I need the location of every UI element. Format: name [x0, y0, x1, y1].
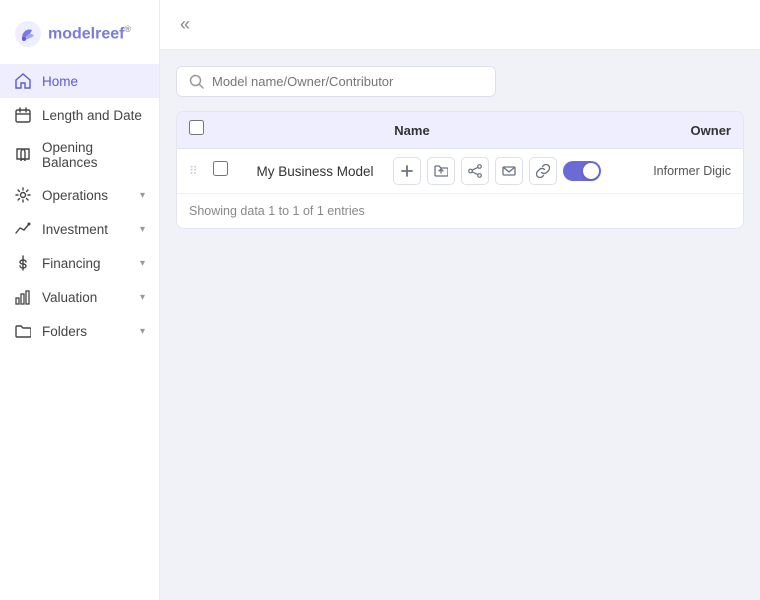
sidebar-item-financing[interactable]: Financing ▾ [0, 246, 159, 280]
chart-icon [14, 220, 32, 238]
logo-icon [14, 20, 42, 48]
sidebar-item-operations[interactable]: Operations ▾ [0, 178, 159, 212]
book-icon [14, 146, 32, 164]
header-checkbox-col [189, 120, 213, 140]
search-icon [189, 74, 204, 89]
nav-container: Home Length and Date Opening Balances Op… [0, 64, 159, 348]
calendar-icon [14, 106, 32, 124]
plus-icon [400, 164, 414, 178]
chevron-icon: ▾ [140, 190, 145, 201]
chart2-icon [14, 288, 32, 306]
sidebar-item-label: Valuation [42, 290, 97, 305]
model-name: My Business Model [247, 164, 383, 179]
chevron-icon: ▾ [140, 258, 145, 269]
sidebar-item-label: Operations [42, 188, 108, 203]
search-input[interactable] [212, 74, 483, 89]
add-btn[interactable] [393, 157, 421, 185]
entries-info: Showing data 1 to 1 of 1 entries [177, 194, 743, 228]
sidebar-item-label: Home [42, 74, 78, 89]
sidebar-item-label: Financing [42, 256, 101, 271]
main-content: « Name Owner ⠿ My Busi [160, 0, 760, 600]
sidebar-item-investment[interactable]: Investment ▾ [0, 212, 159, 246]
top-bar: « [160, 0, 760, 50]
sidebar-item-valuation[interactable]: Valuation ▾ [0, 280, 159, 314]
folder-btn[interactable] [427, 157, 455, 185]
row-actions [393, 157, 601, 185]
models-table: Name Owner ⠿ My Business Model [176, 111, 744, 229]
table-row: ⠿ My Business Model Informer Digic [177, 149, 743, 194]
content-area: Name Owner ⠿ My Business Model [160, 50, 760, 600]
chevron-icon: ▾ [140, 326, 145, 337]
drag-handle[interactable]: ⠿ [189, 164, 203, 178]
folder-icon [14, 322, 32, 340]
sidebar-item-label: Investment [42, 222, 108, 237]
sidebar-item-length-date[interactable]: Length and Date [0, 98, 159, 132]
collapse-button[interactable]: « [176, 12, 194, 37]
model-toggle[interactable] [563, 161, 601, 181]
search-bar [176, 66, 496, 97]
logo-text: modelreef® [48, 24, 131, 43]
owner-column-header: Owner [611, 123, 731, 138]
link-btn[interactable] [529, 157, 557, 185]
toggle-knob [583, 163, 599, 179]
sidebar-item-label: Opening Balances [42, 140, 145, 170]
sidebar-item-opening-balances[interactable]: Opening Balances [0, 132, 159, 178]
dollar-icon [14, 254, 32, 272]
link-icon [536, 164, 550, 178]
row-checkbox-col [213, 161, 237, 181]
sidebar-item-folders[interactable]: Folders ▾ [0, 314, 159, 348]
home-icon [14, 72, 32, 90]
row-checkbox[interactable] [213, 161, 228, 176]
sidebar-item-label: Length and Date [42, 108, 142, 123]
chevron-icon: ▾ [140, 224, 145, 235]
sidebar-item-label: Folders [42, 324, 87, 339]
folder-arrow-icon [434, 164, 448, 178]
name-column-header: Name [223, 123, 601, 138]
table-header: Name Owner [177, 112, 743, 149]
sidebar: modelreef® Home Length and Date Opening … [0, 0, 160, 600]
table-body: ⠿ My Business Model Informer Digic [177, 149, 743, 194]
email-btn[interactable] [495, 157, 523, 185]
email-icon [502, 164, 516, 178]
sidebar-item-home[interactable]: Home [0, 64, 159, 98]
settings-icon [14, 186, 32, 204]
chevron-icon: ▾ [140, 292, 145, 303]
owner-name: Informer Digic [611, 164, 731, 178]
logo: modelreef® [0, 12, 159, 64]
select-all-checkbox[interactable] [189, 120, 204, 135]
share-icon [468, 164, 482, 178]
share-btn[interactable] [461, 157, 489, 185]
